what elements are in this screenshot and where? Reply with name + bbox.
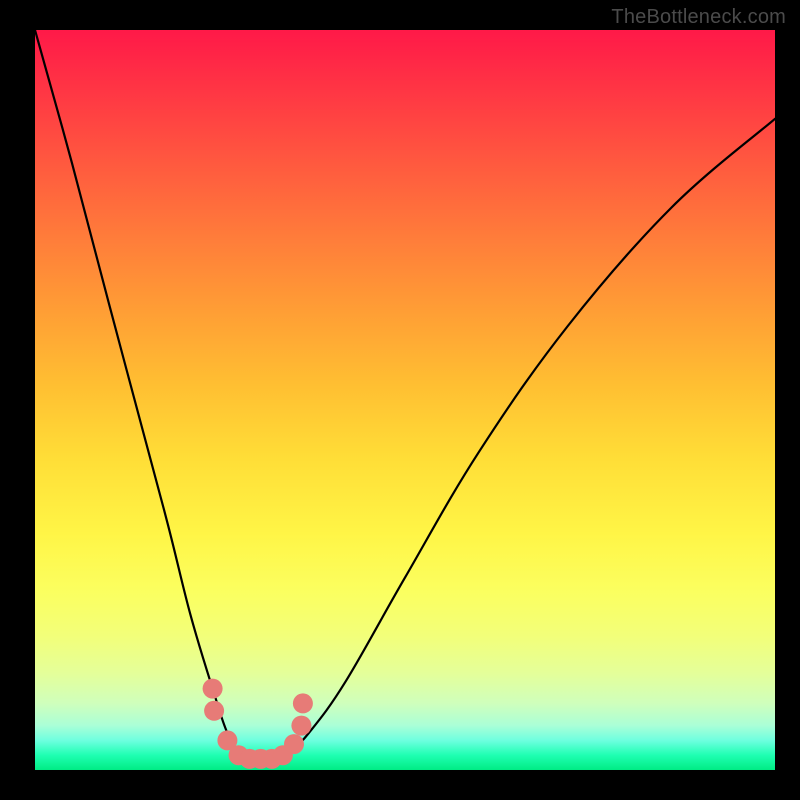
trough-marker-dot	[293, 693, 313, 713]
plot-area	[35, 30, 775, 770]
trough-marker-dot	[203, 679, 223, 699]
trough-marker-dot	[204, 701, 224, 721]
trough-markers	[203, 679, 313, 769]
watermark-text: TheBottleneck.com	[611, 6, 786, 29]
trough-marker-dot	[284, 734, 304, 754]
trough-marker-dot	[291, 716, 311, 736]
curve-svg	[35, 30, 775, 770]
chart-frame: TheBottleneck.com	[0, 0, 800, 800]
bottleneck-curve-path	[35, 30, 775, 764]
